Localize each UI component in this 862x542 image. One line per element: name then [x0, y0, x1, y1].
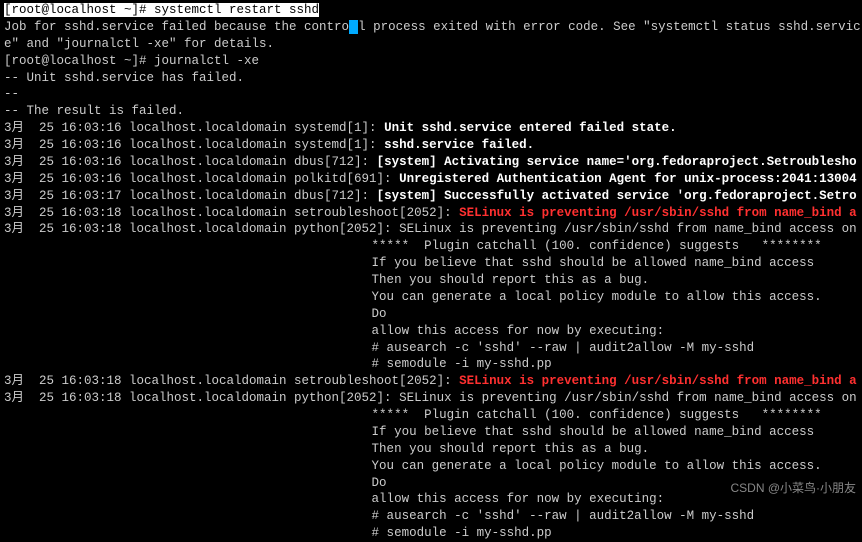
- terminal-line: 3月 25 16:03:17 localhost.localdomain dbu…: [4, 188, 858, 205]
- terminal-line: [root@localhost ~]# systemctl restart ss…: [4, 2, 858, 19]
- terminal-line: 3月 25 16:03:18 localhost.localdomain set…: [4, 373, 858, 390]
- terminal-line: # semodule -i my-sshd.pp: [4, 356, 858, 373]
- watermark: CSDN @小菜鸟·小朋友: [730, 480, 856, 496]
- terminal-line: Then you should report this as a bug.: [4, 272, 858, 289]
- terminal-line: Then you should report this as a bug.: [4, 441, 858, 458]
- terminal-line: 3月 25 16:03:16 localhost.localdomain sys…: [4, 137, 858, 154]
- terminal-line: 3月 25 16:03:16 localhost.localdomain pol…: [4, 171, 858, 188]
- terminal-line: # semodule -i my-sshd.pp: [4, 525, 858, 542]
- terminal-line: --: [4, 86, 858, 103]
- terminal-line: [root@localhost ~]# journalctl -xe: [4, 53, 858, 70]
- terminal-line: # ausearch -c 'sshd' --raw | audit2allow…: [4, 340, 858, 357]
- terminal-line: You can generate a local policy module t…: [4, 289, 858, 306]
- terminal-line: 3月 25 16:03:18 localhost.localdomain pyt…: [4, 390, 858, 407]
- terminal-line: 3月 25 16:03:16 localhost.localdomain dbu…: [4, 154, 858, 171]
- terminal-line: -- The result is failed.: [4, 103, 858, 120]
- terminal-line: You can generate a local policy module t…: [4, 458, 858, 475]
- terminal-line: -- Unit sshd.service has failed.: [4, 70, 858, 87]
- terminal-line: ***** Plugin catchall (100. confidence) …: [4, 238, 858, 255]
- terminal-line: 3月 25 16:03:18 localhost.localdomain set…: [4, 205, 858, 222]
- terminal-line: ***** Plugin catchall (100. confidence) …: [4, 407, 858, 424]
- terminal-line: Do: [4, 306, 858, 323]
- terminal-line: e" and "journalctl -xe" for details.: [4, 36, 858, 53]
- terminal-line: If you believe that sshd should be allow…: [4, 255, 858, 272]
- terminal-line: 3月 25 16:03:16 localhost.localdomain sys…: [4, 120, 858, 137]
- terminal-line: allow this access for now by executing:: [4, 323, 858, 340]
- terminal-line: 3月 25 16:03:18 localhost.localdomain pyt…: [4, 221, 858, 238]
- terminal-line: If you believe that sshd should be allow…: [4, 424, 858, 441]
- terminal-line: # ausearch -c 'sshd' --raw | audit2allow…: [4, 508, 858, 525]
- terminal-output[interactable]: [root@localhost ~]# systemctl restart ss…: [4, 2, 858, 542]
- cursor: [349, 20, 358, 34]
- terminal-line: Job for sshd.service failed because the …: [4, 19, 858, 36]
